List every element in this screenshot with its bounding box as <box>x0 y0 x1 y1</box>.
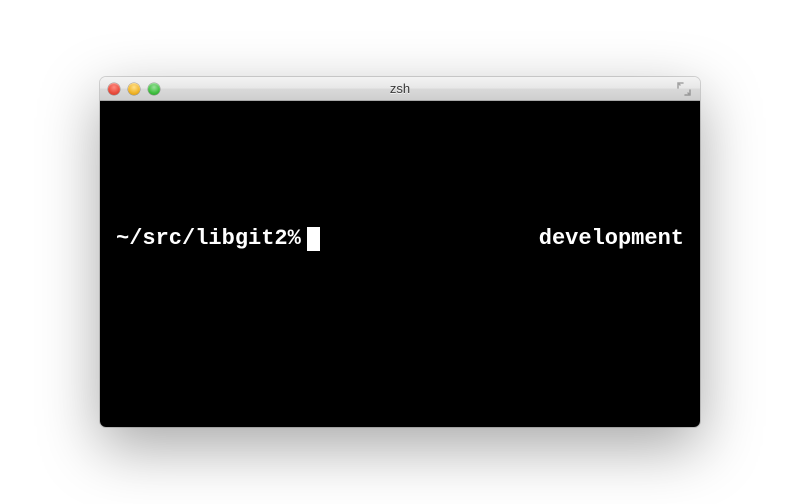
zoom-button[interactable] <box>148 83 160 95</box>
close-button[interactable] <box>108 83 120 95</box>
prompt-line: ~/src/libgit2% development <box>116 226 684 251</box>
terminal-body[interactable]: ~/src/libgit2% development <box>100 101 700 427</box>
fullscreen-icon[interactable] <box>676 81 692 97</box>
traffic-lights <box>108 83 160 95</box>
prompt-text: ~/src/libgit2% <box>116 226 301 251</box>
right-prompt: development <box>539 226 684 251</box>
prompt-left: ~/src/libgit2% <box>116 226 320 251</box>
minimize-button[interactable] <box>128 83 140 95</box>
terminal-window: zsh ~/src/libgit2% development <box>100 77 700 427</box>
cursor <box>307 227 320 251</box>
titlebar[interactable]: zsh <box>100 77 700 101</box>
window-title: zsh <box>100 81 700 96</box>
